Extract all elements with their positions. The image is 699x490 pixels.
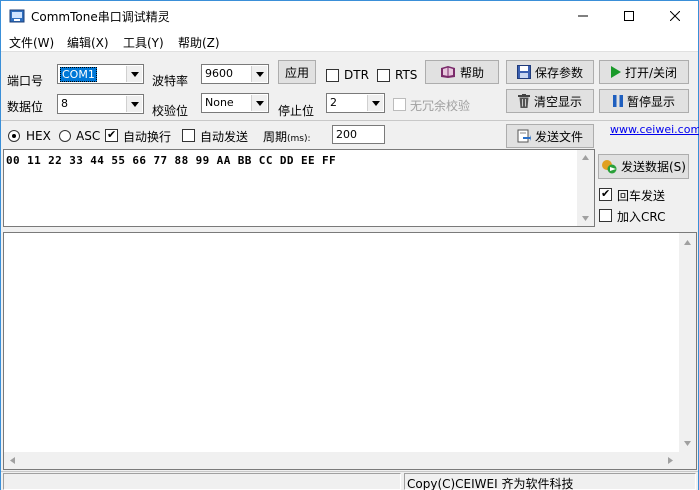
rts-checkbox[interactable] bbox=[377, 69, 390, 82]
scroll-arrows-icon bbox=[10, 457, 673, 464]
parity-value: None bbox=[205, 96, 234, 109]
databits-select[interactable]: 8 bbox=[57, 94, 144, 114]
maximize-button[interactable] bbox=[606, 1, 652, 31]
auto-send-checkbox[interactable] bbox=[182, 129, 195, 142]
send-data-scrollbar[interactable] bbox=[577, 150, 594, 226]
status-copyright: Copy(C)CEIWEI 齐为软件科技 bbox=[404, 473, 696, 490]
app-icon bbox=[9, 9, 25, 23]
chevron-down-icon bbox=[251, 95, 267, 111]
add-crc-checkbox[interactable] bbox=[599, 209, 612, 222]
open-close-button[interactable]: 打开/关闭 bbox=[599, 60, 689, 84]
parity-label: 校验位 bbox=[152, 104, 189, 118]
send-file-button[interactable]: 发送文件 bbox=[506, 124, 594, 148]
status-cell-empty bbox=[3, 473, 401, 490]
help-button[interactable]: 帮助 bbox=[425, 60, 499, 84]
databits-label: 数据位 bbox=[7, 100, 44, 114]
minimize-icon bbox=[578, 15, 588, 17]
play-icon bbox=[610, 66, 621, 78]
window-title: CommTone串口调试精灵 bbox=[31, 10, 170, 24]
apply-button-label: 应用 bbox=[284, 65, 309, 80]
asc-label: ASC bbox=[76, 129, 101, 143]
menu-file[interactable]: 文件(W) bbox=[9, 34, 54, 51]
send-data-textarea[interactable]: 00 11 22 33 44 55 66 77 88 99 AA BB CC D… bbox=[3, 149, 595, 227]
apply-button[interactable]: 应用 bbox=[278, 60, 316, 84]
title-bar[interactable]: CommTone串口调试精灵 bbox=[1, 1, 698, 31]
stopbits-label: 停止位 bbox=[278, 104, 315, 118]
stopbits-select[interactable]: 2 bbox=[326, 93, 385, 113]
website-link[interactable]: www.ceiwei.com bbox=[610, 123, 699, 136]
close-button[interactable] bbox=[652, 1, 698, 31]
stopbits-value: 2 bbox=[330, 96, 337, 109]
port-label: 端口号 bbox=[7, 74, 44, 88]
rts-label: RTS bbox=[395, 68, 418, 82]
send-file-label: 发送文件 bbox=[534, 129, 583, 144]
status-bar: Copy(C)CEIWEI 齐为软件科技 bbox=[1, 471, 698, 490]
period-input[interactable]: 200 bbox=[332, 125, 385, 144]
parity-select[interactable]: None bbox=[201, 93, 269, 113]
help-button-label: 帮助 bbox=[459, 65, 484, 80]
maximize-icon bbox=[624, 11, 634, 21]
chevron-down-icon bbox=[126, 66, 142, 82]
hex-label: HEX bbox=[26, 129, 51, 143]
redundant-check-label: 无冗余校验 bbox=[410, 99, 471, 113]
save-icon bbox=[516, 65, 531, 79]
auto-wrap-checkbox[interactable]: ✔ bbox=[105, 128, 118, 142]
baud-select[interactable]: 9600 bbox=[201, 64, 269, 84]
scroll-arrows-icon bbox=[684, 240, 691, 446]
auto-send-label: 自动发送 bbox=[200, 130, 249, 144]
chevron-down-icon bbox=[126, 96, 142, 112]
port-select[interactable]: COM1 bbox=[57, 64, 144, 84]
app-window: CommTone串口调试精灵 文件(W) 编辑(X) 工具(Y) 帮助(Z) 端… bbox=[0, 0, 699, 490]
menu-edit[interactable]: 编辑(X) bbox=[67, 34, 109, 51]
dtr-checkbox[interactable] bbox=[326, 69, 339, 82]
open-close-label: 打开/关闭 bbox=[624, 65, 678, 80]
asc-radio[interactable] bbox=[59, 130, 71, 142]
baud-label: 波特率 bbox=[152, 74, 189, 88]
menu-bar: 文件(W) 编辑(X) 工具(Y) 帮助(Z) bbox=[1, 31, 698, 52]
close-icon bbox=[670, 11, 680, 21]
send-data-icon bbox=[601, 159, 617, 175]
book-icon bbox=[440, 65, 456, 79]
send-data-text: 00 11 22 33 44 55 66 77 88 99 AA BB CC D… bbox=[6, 154, 337, 167]
scroll-arrows-icon bbox=[582, 155, 589, 221]
receive-horizontal-scrollbar[interactable] bbox=[4, 452, 679, 469]
hex-radio[interactable] bbox=[8, 130, 20, 142]
send-data-label: 发送数据(S) bbox=[621, 160, 686, 174]
redundant-check-checkbox[interactable] bbox=[393, 98, 406, 111]
pause-display-button[interactable]: 暂停显示 bbox=[599, 89, 689, 113]
dtr-label: DTR bbox=[344, 68, 369, 82]
clear-display-label: 清空显示 bbox=[533, 94, 582, 109]
save-params-label: 保存参数 bbox=[534, 65, 583, 80]
auto-wrap-label: 自动换行 bbox=[123, 130, 172, 144]
pause-icon bbox=[612, 95, 623, 107]
menu-help[interactable]: 帮助(Z) bbox=[178, 34, 220, 51]
scroll-corner bbox=[679, 452, 696, 469]
pause-display-label: 暂停显示 bbox=[626, 94, 675, 109]
receive-vertical-scrollbar[interactable] bbox=[679, 233, 696, 453]
minimize-button[interactable] bbox=[560, 1, 606, 31]
port-value: COM1 bbox=[60, 67, 97, 82]
file-send-icon bbox=[517, 129, 531, 143]
menu-tools[interactable]: 工具(Y) bbox=[123, 34, 164, 51]
databits-value: 8 bbox=[61, 97, 68, 110]
clear-display-button[interactable]: 清空显示 bbox=[506, 89, 594, 113]
period-label: 周期(ms): bbox=[263, 130, 311, 144]
baud-value: 9600 bbox=[205, 67, 233, 80]
receive-area[interactable] bbox=[3, 232, 697, 470]
enter-send-checkbox[interactable]: ✔ bbox=[599, 187, 612, 201]
period-value: 200 bbox=[336, 128, 357, 141]
chevron-down-icon bbox=[367, 95, 383, 111]
enter-send-label: 回车发送 bbox=[617, 189, 666, 203]
send-data-button[interactable]: 发送数据(S) bbox=[598, 154, 689, 179]
trash-icon bbox=[517, 94, 530, 108]
chevron-down-icon bbox=[251, 66, 267, 82]
divider bbox=[1, 120, 698, 121]
save-params-button[interactable]: 保存参数 bbox=[506, 60, 594, 84]
add-crc-label: 加入CRC bbox=[617, 210, 666, 224]
